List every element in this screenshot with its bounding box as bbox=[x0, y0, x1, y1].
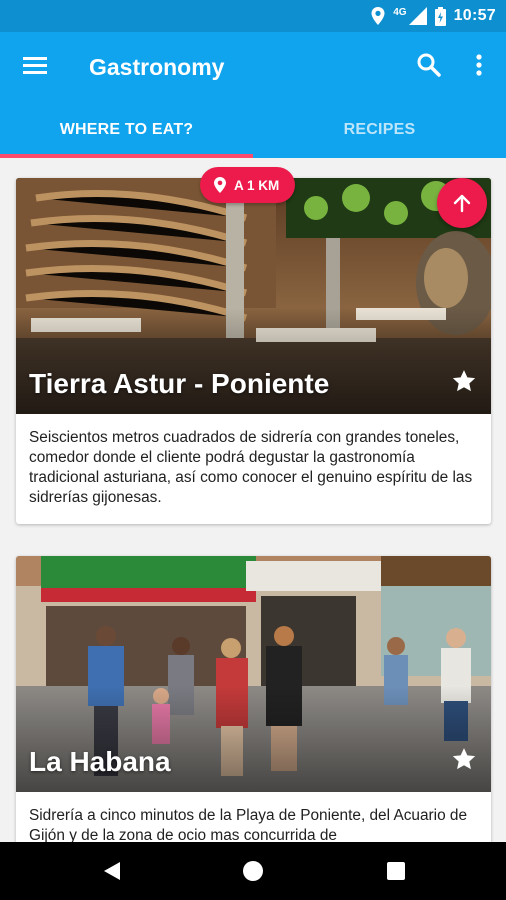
distance-badge: A 1 KM bbox=[200, 167, 296, 203]
restaurant-card[interactable]: La Habana Sidrería a cinco minutos de la… bbox=[16, 556, 491, 842]
tab-recipes[interactable]: RECIPES bbox=[253, 102, 506, 158]
tab-where-to-eat[interactable]: WHERE TO EAT? bbox=[0, 102, 253, 158]
restaurant-photo: La Habana bbox=[16, 556, 491, 792]
status-icons: 4G 10:57 bbox=[371, 4, 496, 28]
app-title: Gastronomy bbox=[89, 54, 225, 80]
restaurant-description: Sidrería a cinco minutos de la Playa de … bbox=[29, 807, 468, 842]
nav-back-button[interactable] bbox=[100, 859, 124, 883]
tab-label: RECIPES bbox=[343, 121, 416, 138]
nav-back-icon bbox=[104, 862, 120, 880]
nav-home-button[interactable] bbox=[241, 859, 265, 883]
status-time: 10:57 bbox=[453, 7, 496, 24]
star-icon bbox=[452, 748, 476, 770]
search-button[interactable] bbox=[412, 48, 446, 82]
menu-icon bbox=[23, 57, 47, 74]
search-icon bbox=[417, 53, 441, 77]
star-icon bbox=[452, 370, 476, 392]
restaurant-card[interactable]: Tierra Astur - Poniente A 1 KM Seiscient… bbox=[16, 167, 491, 524]
restaurant-title: La Habana bbox=[29, 746, 171, 777]
location-icon bbox=[371, 7, 385, 25]
more-vert-icon bbox=[476, 54, 482, 76]
battery-icon bbox=[434, 6, 446, 26]
status-bar: 4G 10:57 bbox=[0, 0, 506, 32]
favorite-button[interactable] bbox=[451, 368, 477, 394]
scroll-top-button[interactable] bbox=[437, 178, 487, 228]
restaurant-list[interactable]: Tierra Astur - Poniente A 1 KM Seiscient… bbox=[0, 158, 506, 842]
nav-recents-button[interactable] bbox=[384, 859, 408, 883]
restaurant-description: Seiscientos metros cuadrados de sidrería… bbox=[29, 429, 473, 506]
favorite-button[interactable] bbox=[451, 746, 477, 772]
more-options-button[interactable] bbox=[464, 48, 494, 82]
system-nav-bar bbox=[0, 842, 506, 900]
restaurant-photo: Tierra Astur - Poniente bbox=[16, 178, 491, 414]
tab-label: WHERE TO EAT? bbox=[59, 121, 194, 138]
location-pin-icon bbox=[214, 177, 226, 193]
arrow-up-icon bbox=[453, 194, 471, 213]
menu-button[interactable] bbox=[18, 48, 52, 82]
distance-text: A 1 KM bbox=[234, 177, 280, 193]
network-type: 4G bbox=[393, 6, 407, 18]
app-bar: Gastronomy WHERE TO EAT? RECIPES bbox=[0, 32, 506, 158]
signal-icon bbox=[408, 7, 427, 25]
nav-home-icon bbox=[243, 861, 263, 881]
restaurant-title: Tierra Astur - Poniente bbox=[29, 368, 330, 399]
nav-recents-icon bbox=[387, 862, 405, 880]
